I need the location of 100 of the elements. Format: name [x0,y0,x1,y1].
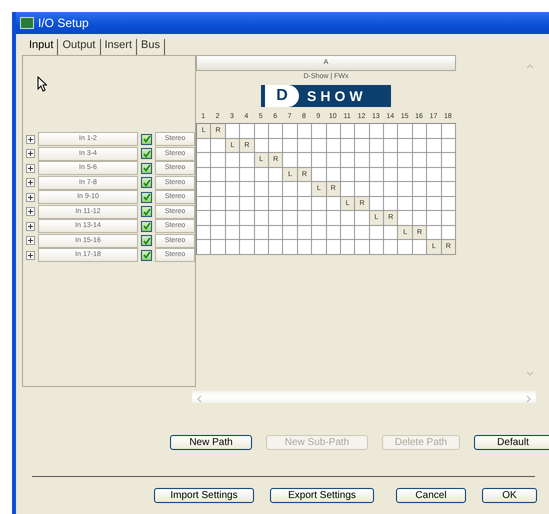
routing-cell[interactable] [211,196,226,211]
routing-cell[interactable] [226,240,240,254]
routing-cell[interactable] [283,211,298,226]
routing-cell[interactable] [412,153,428,168]
routing-cell[interactable] [226,124,240,138]
routing-cell[interactable] [197,153,212,168]
checkbox[interactable] [141,177,152,188]
routing-cell[interactable] [240,226,255,240]
routing-cell[interactable] [240,211,255,226]
routing-cell[interactable] [398,153,413,168]
routing-cell[interactable] [298,182,312,196]
routing-cell[interactable] [384,153,398,168]
routing-cell[interactable] [427,226,442,240]
checkbox[interactable] [141,206,152,218]
routing-cell[interactable] [370,124,384,138]
routing-cell[interactable] [312,124,327,138]
expand-icon[interactable] [26,164,35,173]
path-button[interactable]: Default [474,435,549,450]
routing-cell[interactable] [326,153,341,168]
routing-cell[interactable] [384,168,398,182]
routing-cell[interactable] [298,211,312,226]
routing-cell[interactable] [254,182,269,196]
routing-cell[interactable] [355,226,370,240]
routing-cell[interactable] [326,211,341,226]
routing-cell[interactable] [197,196,212,211]
routing-cell[interactable] [298,153,312,168]
checkbox[interactable] [141,162,152,174]
expand-icon[interactable] [26,222,35,231]
routing-cell[interactable] [398,196,413,211]
routing-cell[interactable] [312,138,327,153]
routing-cell[interactable] [384,124,398,138]
routing-cell[interactable] [340,211,356,226]
routing-cell[interactable] [312,211,327,226]
routing-cell[interactable] [355,168,370,182]
expand-icon[interactable] [26,134,35,144]
routing-cell[interactable] [340,240,356,254]
routing-cell[interactable] [427,138,442,153]
routing-cell[interactable] [211,211,226,226]
expand-icon[interactable] [26,192,35,202]
routing-cell[interactable] [355,240,370,254]
checkbox[interactable] [141,192,152,203]
routing-cell[interactable] [326,124,341,138]
routing-cell[interactable] [312,168,327,182]
routing-cell[interactable] [398,182,413,196]
dialog-button[interactable]: Cancel [396,488,466,503]
routing-cell[interactable] [240,196,255,211]
routing-cell[interactable] [312,153,327,168]
routing-cell[interactable] [398,168,413,182]
routing-cell[interactable] [412,182,428,196]
routing-cell[interactable] [197,182,212,196]
routing-cell[interactable] [240,182,255,196]
routing-cell[interactable] [268,211,284,226]
checkbox[interactable] [141,134,152,145]
routing-cell[interactable] [340,182,356,196]
routing-cell[interactable] [197,211,212,226]
routing-cell[interactable] [355,124,370,138]
routing-cell[interactable] [211,226,226,240]
routing-cell[interactable] [442,182,456,196]
routing-cell[interactable] [197,138,212,153]
routing-cell[interactable] [340,124,356,138]
routing-cell[interactable] [398,211,413,226]
routing-cell[interactable] [312,240,327,254]
checkbox[interactable] [141,148,152,160]
routing-cell[interactable] [211,168,226,182]
routing-cell[interactable] [211,240,226,254]
routing-cell[interactable] [442,124,456,138]
routing-cell[interactable] [384,196,398,211]
routing-cell[interactable] [211,138,226,153]
routing-cell[interactable] [240,124,255,138]
routing-cell[interactable] [355,182,370,196]
routing-cell[interactable] [283,153,298,168]
routing-cell[interactable] [283,226,298,240]
routing-cell[interactable] [427,182,442,196]
routing-cell[interactable] [211,153,226,168]
routing-cell[interactable] [283,124,298,138]
routing-cell[interactable] [355,138,370,153]
routing-cell[interactable] [398,124,413,138]
routing-cell[interactable] [268,124,284,138]
routing-cell[interactable] [427,168,442,182]
routing-cell[interactable] [384,182,398,196]
path-button[interactable]: New Path [170,435,252,450]
routing-cell[interactable] [240,168,255,182]
dialog-button[interactable]: OK [482,488,537,503]
checkbox[interactable] [141,250,152,261]
routing-cell[interactable] [283,240,298,254]
routing-cell[interactable] [283,196,298,211]
routing-cell[interactable] [340,153,356,168]
routing-cell[interactable] [442,211,456,226]
routing-cell[interactable] [326,240,341,254]
expand-icon[interactable] [26,250,35,260]
routing-cell[interactable] [268,182,284,196]
routing-cell[interactable] [298,124,312,138]
routing-cell[interactable] [384,226,398,240]
routing-cell[interactable] [226,153,240,168]
routing-cell[interactable] [254,211,269,226]
checkbox[interactable] [141,220,152,232]
expand-icon[interactable] [26,236,35,246]
routing-cell[interactable] [240,240,255,254]
expand-icon[interactable] [26,207,35,216]
horizontal-scrollbar[interactable] [192,391,536,403]
